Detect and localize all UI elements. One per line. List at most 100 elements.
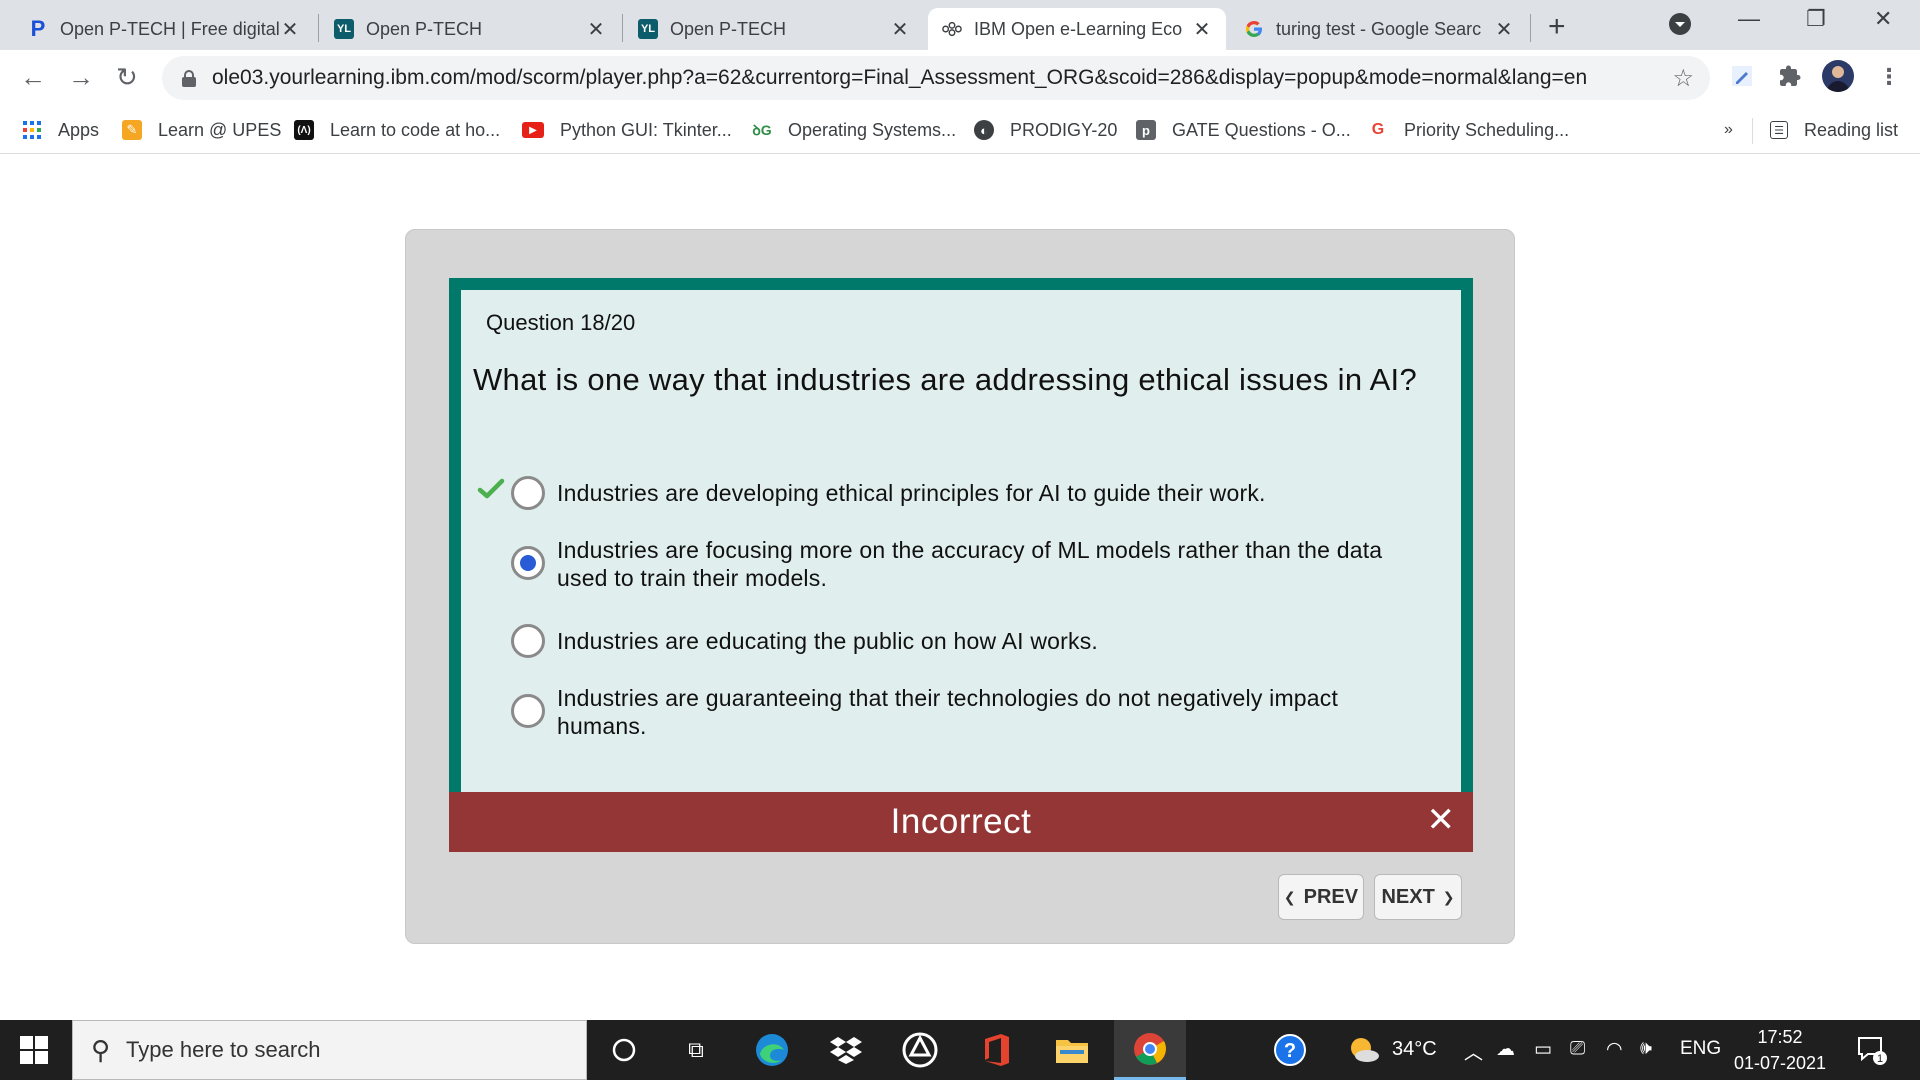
bookmark-label: Learn @ UPES (158, 119, 282, 140)
tab-divider (318, 14, 319, 42)
question-number: Question 18/20 (486, 310, 636, 335)
reading-list-icon: ☰ (1770, 121, 1788, 139)
radio-button[interactable] (511, 694, 545, 728)
windows-start-icon[interactable] (20, 1036, 48, 1064)
address-bar[interactable]: ole03.yourlearning.ibm.com/mod/scorm/pla… (162, 56, 1710, 100)
tab-title: IBM Open e-Learning Eco (974, 18, 1183, 39)
menu-kebab-icon[interactable]: ⋮ (1878, 64, 1900, 90)
p-icon: p (1136, 120, 1156, 140)
volume-icon[interactable]: 🕪 (1640, 1038, 1652, 1060)
tab-title: Open P-TECH | Free digital (60, 18, 280, 39)
battery-icon[interactable]: ▭ (1534, 1038, 1552, 1061)
question-card: Question 18/20 What is one way that indu… (449, 278, 1473, 852)
close-icon[interactable]: ✕ (890, 17, 910, 42)
new-tab-button[interactable]: + (1548, 10, 1566, 44)
question-text: What is one way that industries are addr… (473, 362, 1417, 397)
office-icon[interactable] (976, 1030, 1016, 1070)
ibm-network-icon (942, 19, 962, 39)
globe-icon: ◐ (974, 120, 994, 140)
task-view-icon[interactable]: ⧉ (676, 1030, 716, 1070)
language-indicator[interactable]: ENG (1680, 1038, 1721, 1060)
edge-icon[interactable] (752, 1030, 792, 1070)
weather-temp[interactable]: 34°C (1392, 1038, 1437, 1061)
bookmark-label: PRODIGY-20 (1010, 119, 1118, 140)
close-icon[interactable]: ✕ (586, 17, 606, 42)
tab-search-icon[interactable] (1668, 12, 1692, 42)
prev-button[interactable]: ❮ PREV (1278, 874, 1364, 920)
windows-taskbar: ⚲ Type here to search ⧉ ? 34°C ︿ ☁ ▭ ⎚ ◠… (0, 1020, 1920, 1080)
file-explorer-icon[interactable] (1052, 1030, 1092, 1070)
radio-button-selected[interactable] (511, 546, 545, 580)
dropbox-icon[interactable] (826, 1030, 866, 1070)
browser-toolbar: ← → ↻ ole03.yourlearning.ibm.com/mod/sco… (0, 50, 1920, 106)
lock-icon[interactable] (182, 70, 196, 87)
bookmark-python-gui[interactable]: ▶ Python GUI: Tkinter... (522, 116, 732, 144)
prev-label: PREV (1303, 885, 1359, 908)
next-button[interactable]: NEXT ❯ (1374, 874, 1462, 920)
yourlearning-favicon-icon: YL (334, 19, 354, 39)
close-icon[interactable]: ✕ (1192, 17, 1212, 42)
pencil-icon: ✎ (122, 120, 142, 140)
bookmark-label: Apps (58, 119, 100, 140)
answer-option-label: Industries are guaranteeing that their t… (557, 685, 1339, 739)
close-icon[interactable]: ✕ (1494, 17, 1514, 42)
close-icon[interactable]: ✕ (280, 17, 300, 42)
onedrive-cloud-icon[interactable]: ☁ (1496, 1038, 1515, 1061)
next-label: NEXT (1381, 885, 1435, 908)
profile-avatar[interactable] (1822, 60, 1854, 92)
bookmark-apps[interactable]: Apps (22, 116, 99, 144)
answer-option[interactable]: Industries are developing ethical princi… (511, 476, 1417, 510)
bookmarks-bar: Apps ✎ Learn @ UPES (Λ) Learn to code at… (0, 106, 1920, 154)
extensions-puzzle-icon[interactable] (1778, 64, 1802, 94)
bookmark-label: GATE Questions - O... (1172, 119, 1351, 140)
wifi-icon[interactable]: ◠ (1606, 1038, 1623, 1061)
meet-now-icon[interactable]: ⎚ (1570, 1038, 1585, 1060)
bookmark-operating-systems[interactable]: ꝺG Operating Systems... (752, 116, 956, 144)
tab-title: Open P-TECH (366, 18, 483, 39)
weather-icon[interactable] (1344, 1030, 1384, 1070)
minimize-icon[interactable]: — (1738, 6, 1760, 32)
code-icon: (Λ) (294, 120, 314, 140)
radio-button[interactable] (511, 476, 545, 510)
bookmark-star-icon[interactable]: ☆ (1672, 64, 1694, 93)
bookmark-prodigy[interactable]: ◐ PRODIGY-20 (974, 116, 1117, 144)
tab-open-ptech-1[interactable]: P Open P-TECH | Free digital ✕ (14, 8, 314, 50)
extension-pen-icon[interactable] (1730, 64, 1754, 94)
bookmark-gate-questions[interactable]: p GATE Questions - O... (1136, 116, 1351, 144)
tab-open-ptech-2[interactable]: YL Open P-TECH ✕ (320, 8, 620, 50)
help-icon[interactable]: ? (1270, 1030, 1310, 1070)
chevron-up-icon[interactable]: ︿ (1464, 1038, 1483, 1065)
forward-icon[interactable]: → (68, 62, 94, 93)
close-window-icon[interactable]: ✕ (1874, 6, 1892, 32)
bookmark-learn-to-code[interactable]: (Λ) Learn to code at ho... (294, 116, 500, 144)
youtube-icon: ▶ (522, 122, 544, 138)
notification-center-icon[interactable]: 1 (1852, 1030, 1892, 1070)
cortana-icon[interactable] (604, 1030, 644, 1070)
close-feedback-icon[interactable]: ✕ (1425, 803, 1457, 837)
reading-list-button[interactable]: ☰ Reading list (1770, 116, 1898, 144)
back-icon[interactable]: ← (20, 62, 46, 93)
feedback-banner: Incorrect ✕ (449, 792, 1473, 852)
bookmark-learn-upes[interactable]: ✎ Learn @ UPES (122, 116, 281, 144)
taskbar-search[interactable]: ⚲ Type here to search (72, 1020, 587, 1080)
tab-divider (622, 14, 623, 42)
url-text[interactable]: ole03.yourlearning.ibm.com/mod/scorm/pla… (212, 66, 1587, 90)
unity-app-icon[interactable] (900, 1030, 940, 1070)
tab-google-search[interactable]: turing test - Google Searc ✕ (1230, 8, 1528, 50)
bookmarks-overflow-button[interactable]: » (1724, 116, 1733, 144)
reload-icon[interactable]: ↻ (116, 62, 138, 93)
tab-open-ptech-3[interactable]: YL Open P-TECH ✕ (624, 8, 924, 50)
radio-button[interactable] (511, 624, 545, 658)
tab-ibm-elearning[interactable]: IBM Open e-Learning Eco ✕ (928, 8, 1226, 50)
bookmark-priority-scheduling[interactable]: G Priority Scheduling... (1368, 116, 1569, 144)
google-icon (1244, 19, 1264, 39)
answer-option-selected[interactable]: Industries are focusing more on the accu… (511, 536, 1417, 592)
page-content: Question 18/20 What is one way that indu… (0, 154, 1920, 1020)
answer-option-label: Industries are focusing more on the accu… (557, 537, 1383, 591)
answer-option[interactable]: Industries are educating the public on h… (511, 624, 1417, 658)
restore-icon[interactable]: ❐ (1806, 6, 1826, 32)
clock[interactable]: 17:52 01-07-2021 (1730, 1024, 1830, 1076)
svg-text:?: ? (1284, 1040, 1296, 1062)
chrome-taskbar-icon[interactable] (1114, 1020, 1186, 1080)
answer-option[interactable]: Industries are guaranteeing that their t… (511, 684, 1417, 740)
